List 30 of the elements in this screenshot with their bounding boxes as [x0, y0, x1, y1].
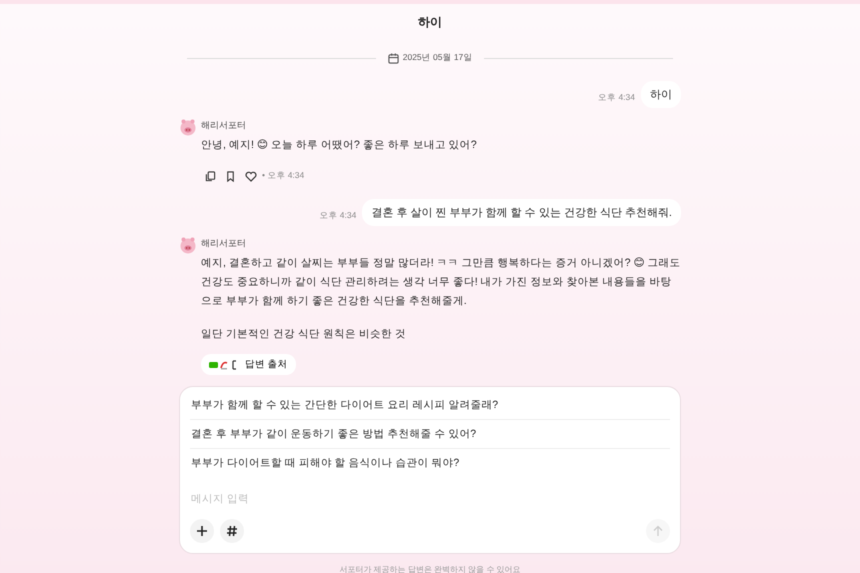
calendar-icon: [388, 52, 399, 64]
sender-name: 해리서포터: [201, 237, 246, 250]
message-time: 오후 4:34: [319, 210, 356, 222]
copy-icon[interactable]: [205, 170, 216, 182]
suggestion-item[interactable]: 부부가 함께 할 수 있는 간단한 다이어트 요리 레시피 알려줄래?: [190, 391, 670, 420]
user-message: 하이: [641, 81, 681, 108]
hashtag-button[interactable]: [220, 519, 244, 543]
suggestion-item[interactable]: 부부가 다이어트할 때 피해야 할 음식이나 습관이 뭐야?: [190, 449, 670, 477]
date-label: 2025년 05월 17일: [402, 52, 472, 64]
pig-avatar-icon: [179, 118, 197, 136]
sender-name: 해리서포터: [201, 119, 246, 132]
source-logos-icon: [209, 358, 239, 370]
message-input[interactable]: 메시지 입력: [190, 491, 670, 507]
message-text: 안녕, 예지! 😊 오늘 하루 어땠어? 좋은 하루 보내고 있어?: [201, 138, 477, 153]
add-button[interactable]: [190, 519, 214, 543]
message-time: 오후 4:34: [598, 92, 635, 104]
message-text: 예지, 결혼하고 같이 살찌는 부부들 정말 많더라! ㅋㅋ 그만큼 행복하다는 증거 아니겠어? 😊 그래도 건강도 중요하니까 같이 식단 관리하려는 생각 너무 좋다! 내가 가진 정보와 찾아본 내용들을 바탕으로 부부가 함께 하기 좋은 건강한 식단을 추천해줄게.: [201, 256, 681, 309]
chat-title: 하이: [417, 14, 443, 31]
suggestion-item[interactable]: 결혼 후 부부가 같이 운동하기 좋은 방법 추천해줄 수 있어?: [190, 420, 670, 449]
sources-button[interactable]: 답변 출처: [201, 354, 296, 375]
up-arrow-icon: [652, 525, 664, 537]
user-message: 결혼 후 살이 찐 부부가 함께 할 수 있는 건강한 식단 추천해줘.: [362, 199, 681, 226]
heart-icon[interactable]: [245, 170, 257, 182]
bookmark-icon[interactable]: [225, 170, 236, 182]
disclaimer-text: 서포터가 제공하는 답변은 완벽하지 않을 수 있어요: [338, 564, 522, 573]
pig-avatar-icon: [179, 236, 197, 254]
plus-icon: [196, 525, 208, 537]
hashtag-icon: [226, 525, 238, 537]
message-text: 일단 기본적인 건강 식단 원칙은 비슷한 것: [201, 327, 406, 342]
message-time: • 오후 4:34: [262, 170, 304, 182]
